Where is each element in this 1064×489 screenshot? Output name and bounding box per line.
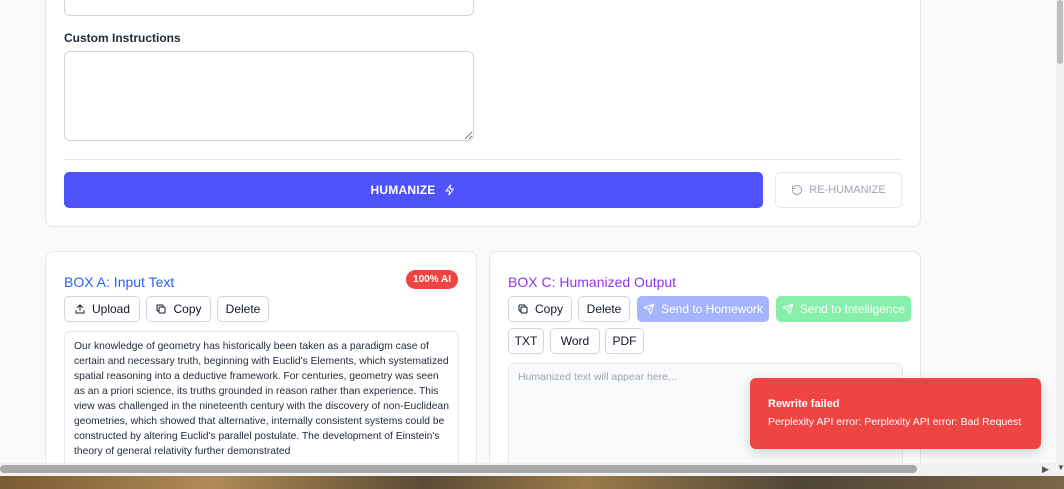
vertical-scrollbar[interactable] <box>1056 0 1064 463</box>
ai-score-badge: 100% AI <box>406 270 458 289</box>
pdf-label: PDF <box>612 334 637 348</box>
box-a-title: BOX A: Input Text <box>64 274 175 290</box>
box-c-title: BOX C: Humanized Output <box>508 274 677 290</box>
delete-input-button[interactable]: Delete <box>217 296 269 322</box>
export-txt-button[interactable]: TXT <box>508 328 544 354</box>
custom-instructions-label: Custom Instructions <box>64 31 181 45</box>
export-word-button[interactable]: Word <box>550 328 600 354</box>
scroll-right-arrow-icon[interactable]: ▶ <box>1042 464 1049 475</box>
upload-label: Upload <box>91 302 131 316</box>
scroll-down-arrow-icon[interactable]: ▼ <box>1057 463 1064 476</box>
delete-label: Delete <box>225 302 261 316</box>
viewport: Custom Instructions HUMANIZE RE-HUMANIZE… <box>0 0 1056 463</box>
toast-message: Perplexity API error: Perplexity API err… <box>768 416 1022 428</box>
previous-input-field[interactable] <box>64 0 474 16</box>
horizontal-scrollbar-thumb[interactable] <box>0 465 917 473</box>
custom-instructions-textarea[interactable] <box>64 51 474 141</box>
send-icon <box>782 303 794 315</box>
horizontal-scrollbar[interactable]: ▶ <box>0 463 1056 476</box>
copy-icon <box>517 303 529 315</box>
divider <box>64 159 902 160</box>
send-intelligence-label: Send to Intelligence <box>799 302 906 316</box>
word-label: Word <box>560 334 590 348</box>
rehumanize-label: RE-HUMANIZE <box>809 184 886 196</box>
copy-icon <box>155 303 167 315</box>
vertical-scrollbar-thumb[interactable] <box>1057 0 1063 64</box>
upload-button[interactable]: Upload <box>64 296 140 322</box>
upload-icon <box>74 303 86 315</box>
humanize-label: HUMANIZE <box>370 183 436 197</box>
delete-label: Delete <box>586 302 622 316</box>
toast-title: Rewrite failed <box>768 398 840 410</box>
send-homework-label: Send to Homework <box>660 302 764 316</box>
rotate-ccw-icon <box>791 184 803 196</box>
txt-label: TXT <box>514 334 538 348</box>
humanize-button[interactable]: HUMANIZE <box>64 172 763 208</box>
send-to-intelligence-button[interactable]: Send to Intelligence <box>776 296 911 322</box>
copy-label: Copy <box>173 302 202 316</box>
error-toast[interactable]: Rewrite failed Perplexity API error: Per… <box>750 378 1041 449</box>
rehumanize-button[interactable]: RE-HUMANIZE <box>775 172 902 208</box>
send-icon <box>643 303 655 315</box>
settings-card: Custom Instructions HUMANIZE RE-HUMANIZE <box>45 0 921 227</box>
send-to-homework-button[interactable]: Send to Homework <box>637 296 769 322</box>
box-a-card: BOX A: Input Text 100% AI Upload Copy De… <box>45 251 477 463</box>
lightning-icon <box>444 184 456 196</box>
copy-label: Copy <box>534 302 563 316</box>
copy-output-button[interactable]: Copy <box>508 296 572 322</box>
export-pdf-button[interactable]: PDF <box>605 328 644 354</box>
copy-input-button[interactable]: Copy <box>146 296 211 322</box>
delete-output-button[interactable]: Delete <box>578 296 630 322</box>
desktop-background-strip <box>0 476 1064 489</box>
input-text-area[interactable]: Our knowledge of geometry has historical… <box>64 331 459 463</box>
